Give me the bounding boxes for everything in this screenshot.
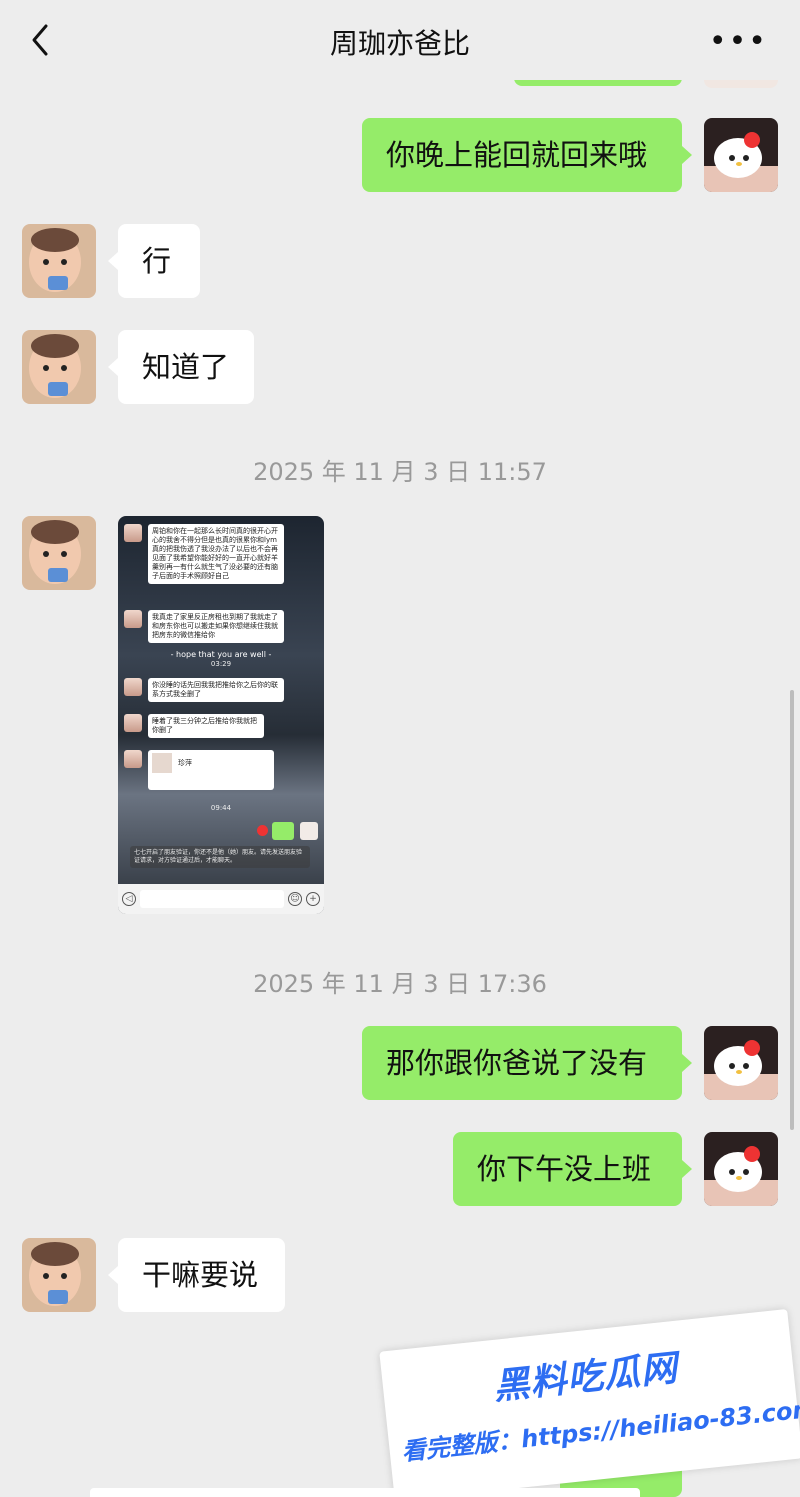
timestamp: 2025 年 11 月 3 日 11:57 (253, 458, 547, 486)
message-bubble-incoming[interactable]: 知道了 (108, 330, 254, 404)
mini-voice-icon: ◁ (122, 892, 136, 906)
mini-bubble: 周铂和你在一起那么长时间真的很开心开心的我舍不得分但是也真的很累你和lym真的把… (148, 524, 284, 584)
watermark-url: 看完整版：https://heiliao-83.com (400, 1394, 800, 1466)
mini-ticker: - hope that you are well - (170, 650, 272, 659)
mini-avatar (124, 678, 142, 696)
message-bubble-incoming[interactable]: 行 (108, 224, 200, 298)
contact-avatar[interactable] (22, 1238, 96, 1312)
mini-plus-icon: + (306, 892, 320, 906)
image-message[interactable]: 周铂和你在一起那么长时间真的很开心开心的我舍不得分但是也真的很累你和lym真的把… (118, 516, 324, 914)
message-bubble-outgoing[interactable]: 你晚上能回就回来哦 (362, 118, 692, 192)
input-bar-edge (90, 1488, 640, 1497)
mini-error-icon (257, 825, 268, 836)
mini-self-avatar (300, 822, 318, 840)
contact-avatar[interactable] (22, 516, 96, 590)
mini-avatar (124, 750, 142, 768)
more-icon[interactable]: ••• (709, 24, 768, 59)
card-name: 珍萍 (178, 759, 192, 767)
mini-avatar (124, 610, 142, 628)
mini-bubble: 你没睡的话先回我我把推给你之后你的联系方式我全删了 (148, 678, 284, 702)
my-avatar[interactable] (704, 1132, 778, 1206)
card-thumb (152, 753, 172, 773)
my-avatar[interactable] (704, 118, 778, 192)
mini-avatar (124, 714, 142, 732)
my-avatar[interactable] (704, 1026, 778, 1100)
mini-bubble: 睡着了我三分钟之后推给你我就把你删了 (148, 714, 264, 738)
chat-header: 周珈亦爸比 ••• (0, 0, 800, 80)
watermark-title: 黑料吃瓜网 (491, 1347, 680, 1408)
mini-input (140, 890, 284, 908)
mini-sent-bubble (272, 822, 294, 840)
timestamp: 2025 年 11 月 3 日 17:36 (253, 970, 547, 998)
mini-input-bar: ◁ ☺ + (118, 884, 324, 914)
mini-time: 03:29 (210, 660, 232, 668)
mini-card: 珍萍 (148, 750, 274, 790)
mini-notice: 七七开启了朋友验证，你还不是他（她）朋友。请先发送朋友验证请求，对方验证通过后，… (130, 846, 310, 868)
mini-avatar (124, 524, 142, 542)
mini-bubble: 我真走了家里反正房租也到期了我就走了和房东你也可以搬走如果你想继续住我就把房东的… (148, 610, 284, 643)
contact-avatar[interactable] (22, 330, 96, 404)
chat-title: 周珈亦爸比 (329, 27, 470, 60)
scrollbar[interactable] (790, 690, 794, 1130)
message-bubble-outgoing[interactable]: 你下午没上班 (453, 1132, 692, 1206)
message-bubble-incoming[interactable]: 干嘛要说 (108, 1238, 285, 1312)
message-bubble-outgoing[interactable]: 那你跟你爸说了没有 (362, 1026, 692, 1100)
mini-emoji-icon: ☺ (288, 892, 302, 906)
watermark-overlay: 黑料吃瓜网 看完整版：https://heiliao-83.com (379, 1308, 800, 1497)
mini-time: 09:44 (210, 804, 232, 812)
contact-avatar[interactable] (22, 224, 96, 298)
